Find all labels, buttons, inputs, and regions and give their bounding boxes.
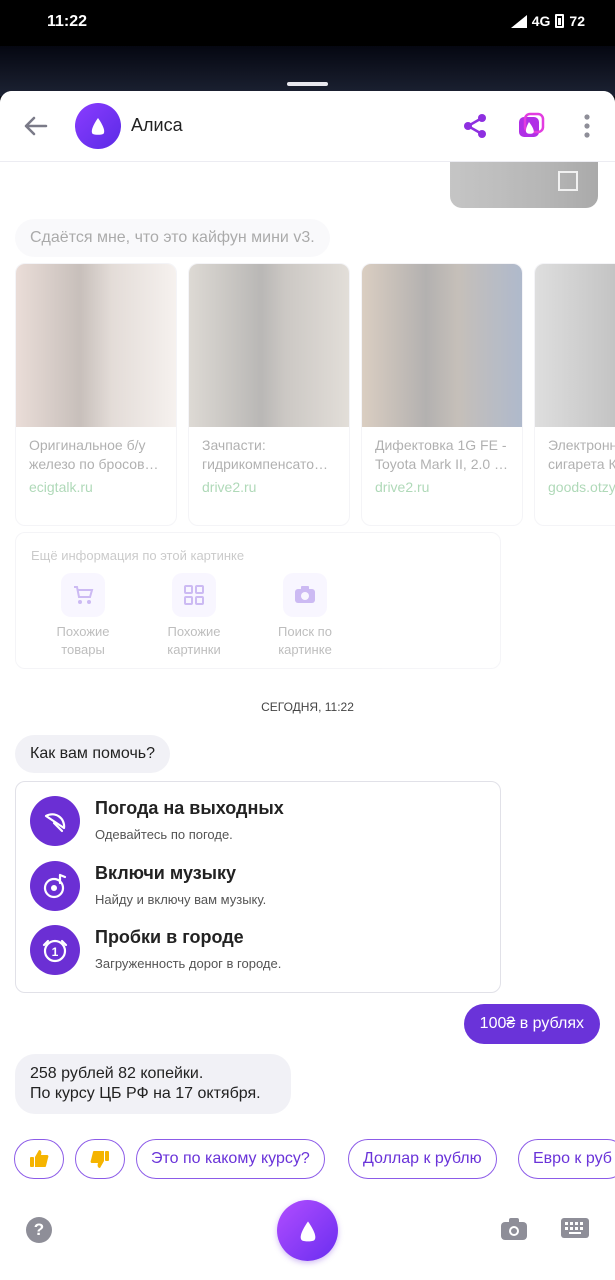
suggestion-title: Погода на выходных (95, 798, 284, 818)
status-right: 4G 72 (510, 13, 585, 29)
result-card[interactable]: Электронная сигарета К… goods.otzy… (534, 263, 615, 526)
more-vert-icon[interactable] (572, 111, 602, 141)
similar-products-option[interactable]: Похожие товары (33, 573, 133, 659)
answer-line: 258 рублей 82 копейки. (30, 1065, 204, 1082)
date-separator: СЕГОДНЯ, 11:22 (261, 700, 354, 714)
dislike-button[interactable] (75, 1139, 125, 1179)
suggestion-music[interactable]: Включи музыку Найду и включу вам музыку. (30, 861, 490, 913)
battery-icon (555, 14, 565, 28)
drag-handle[interactable] (287, 82, 328, 86)
option-label: картинке (278, 642, 332, 657)
more-info-box: Ещё информация по этой картинке Похожие … (15, 532, 501, 669)
option-label: Похожие (167, 624, 221, 639)
suggestion-title: Включи музыку (95, 863, 237, 883)
keyboard-icon[interactable] (561, 1218, 589, 1238)
music-icon (30, 861, 80, 911)
result-caption: Оригинальное б/у железо по бросов… (29, 437, 159, 472)
result-image (189, 264, 349, 427)
camera-icon[interactable] (500, 1217, 528, 1241)
option-label: Поиск по (278, 624, 332, 639)
image-search-option[interactable]: Поиск по картинке (255, 573, 355, 659)
like-button[interactable] (14, 1139, 64, 1179)
more-info-header: Ещё информация по этой картинке (31, 548, 245, 563)
similar-images-option[interactable]: Похожие картинки (144, 573, 244, 659)
share-icon[interactable] (460, 111, 490, 141)
result-source: drive2.ru (202, 479, 257, 495)
alice-answer-bubble: 258 рублей 82 копейки. По курсу ЦБ РФ на… (15, 1054, 291, 1114)
help-button[interactable]: ? (26, 1217, 52, 1243)
option-label: картинки (167, 642, 221, 657)
alice-guess-bubble: Сдаётся мне, что это кайфун мини v3. (15, 219, 330, 257)
greeting-bubble: Как вам помочь? (15, 735, 171, 773)
suggestion-subtitle: Загруженность дорог в городе. (95, 956, 282, 971)
result-caption: Дифектовка 1G FE - Toyota Mark II, 2.0 … (375, 437, 509, 472)
svg-text:1: 1 (52, 945, 59, 959)
suggestion-traffic[interactable]: 1 Пробки в городе Загруженность дорог в … (30, 925, 490, 977)
network-label: 4G (531, 13, 551, 29)
image-results: Оригинальное б/у железо по бросов… ecigt… (15, 263, 615, 527)
alice-icon (300, 1221, 315, 1241)
battery-level: 72 (569, 13, 585, 29)
sent-photo[interactable] (450, 161, 598, 208)
bottom-bar: ? (0, 1191, 615, 1280)
result-caption: Электронная сигарета К… (548, 437, 615, 472)
umbrella-icon (30, 796, 80, 846)
arrow-left-icon[interactable] (18, 109, 52, 143)
alice-voice-button[interactable] (277, 1200, 338, 1261)
crop-icon (558, 171, 578, 191)
alice-glyph-icon (91, 118, 105, 135)
result-source: drive2.ru (375, 479, 430, 495)
alice-skills-icon[interactable] (516, 111, 546, 141)
traffic-icon: 1 (30, 925, 80, 975)
result-source: ecigtalk.ru (29, 479, 93, 495)
status-time: 11:22 (47, 13, 88, 30)
camera-search-icon (283, 573, 327, 617)
cart-icon (61, 573, 105, 617)
chip-euro-ruble[interactable]: Евро к руб (518, 1139, 615, 1179)
result-card[interactable]: Дифектовка 1G FE - Toyota Mark II, 2.0 …… (361, 263, 523, 526)
option-label: товары (61, 642, 105, 657)
thumbs-up-icon (30, 1150, 49, 1167)
result-card[interactable]: Зачпасти: гидрикомпенсато… drive2.ru (188, 263, 350, 526)
alice-logo (75, 103, 121, 149)
chip-dollar-ruble[interactable]: Доллар к рублю (348, 1139, 497, 1179)
suggestion-weather[interactable]: Погода на выходных Одевайтесь по погоде. (30, 796, 490, 848)
result-source: goods.otzy… (548, 479, 615, 495)
suggestion-subtitle: Найду и включу вам музыку. (95, 892, 267, 907)
suggestion-subtitle: Одевайтесь по погоде. (95, 827, 233, 842)
result-caption: Зачпасти: гидрикомпенсато… (202, 437, 329, 472)
suggest-chips: Это по какому курсу? Доллар к рублю Евро… (0, 1139, 615, 1181)
chat-header: Алиса (0, 91, 615, 162)
suggestion-title: Пробки в городе (95, 927, 244, 947)
wallpaper-strip (0, 46, 615, 96)
suggestions-card: Погода на выходных Одевайтесь по погоде.… (15, 781, 501, 993)
result-card[interactable]: Оригинальное б/у железо по бросов… ecigt… (15, 263, 177, 526)
user-message-bubble: 100₴ в рублях (463, 1004, 600, 1044)
thumbs-down-icon (90, 1151, 109, 1168)
chip-which-rate[interactable]: Это по какому курсу? (136, 1139, 325, 1179)
option-label: Похожие (56, 624, 110, 639)
chat-title: Алиса (131, 115, 183, 135)
signal-icon (510, 14, 527, 28)
result-image (362, 264, 522, 427)
result-image (535, 264, 615, 427)
alice-sheet: Алиса Сдаётся мне, что это кайфун мини v… (0, 91, 615, 1280)
result-image (16, 264, 176, 427)
grid-icon (172, 573, 216, 617)
status-bar: 11:22 4G 72 (0, 0, 615, 46)
answer-line: По курсу ЦБ РФ на 17 октября. (30, 1085, 261, 1102)
